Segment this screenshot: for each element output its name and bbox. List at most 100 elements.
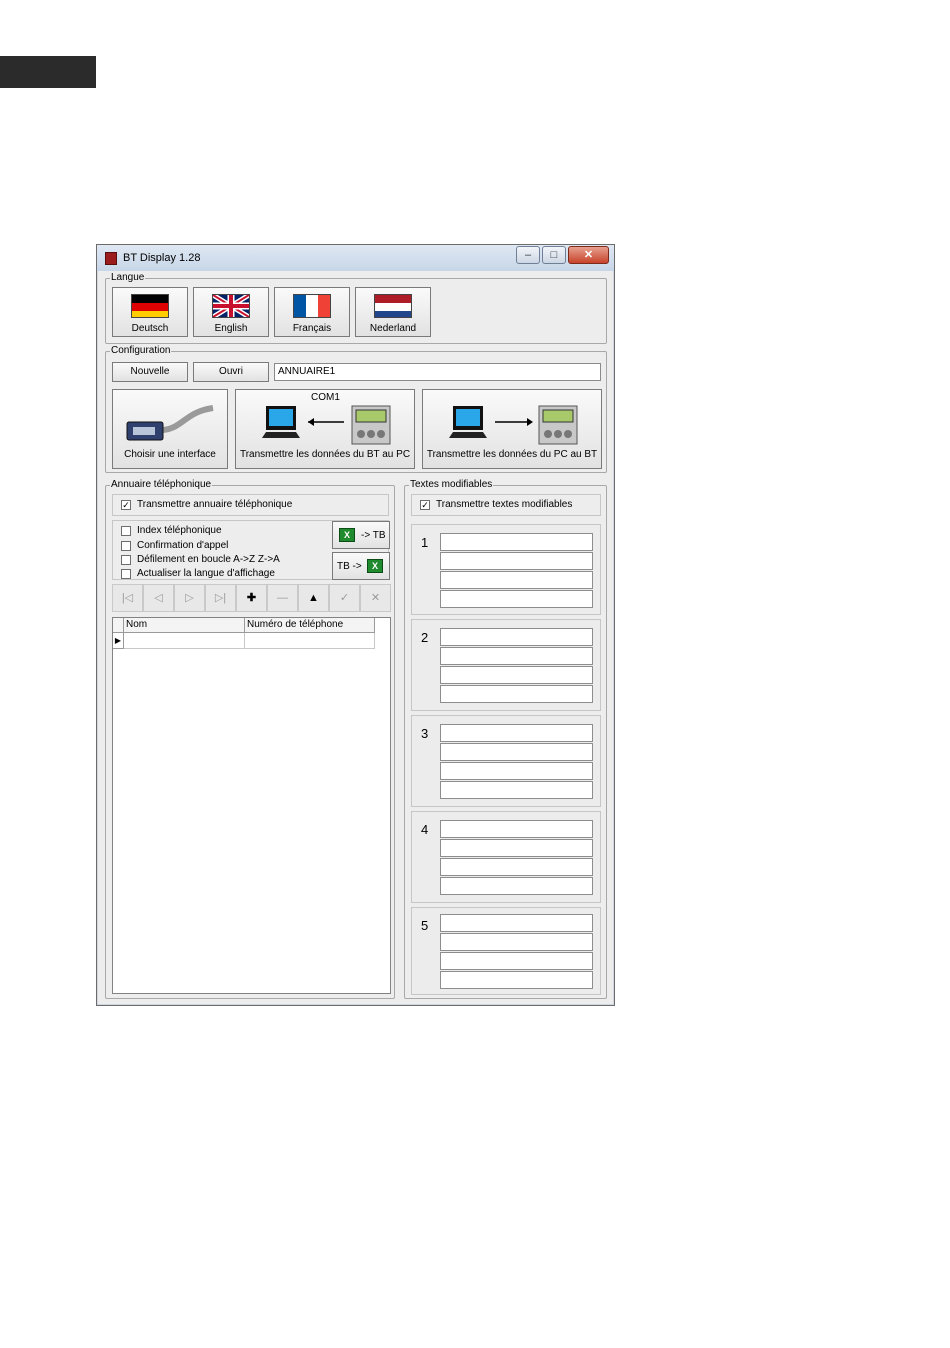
text-line-input[interactable] (440, 877, 593, 895)
filename-field[interactable]: ANNUAIRE1 (274, 363, 601, 381)
close-button[interactable]: ✕ (568, 246, 609, 264)
column-header-phone[interactable]: Numéro de téléphone (245, 618, 375, 633)
configuration-group: Configuration Nouvelle Ouvri ANNUAIRE1 C… (105, 345, 607, 473)
text-line-input[interactable] (440, 820, 593, 838)
text-block-number: 5 (421, 918, 429, 933)
computer-to-display-icon (449, 405, 578, 445)
text-line-input[interactable] (440, 666, 593, 684)
editable-texts-group-label: Textes modifiables (409, 479, 494, 490)
text-line-input[interactable] (440, 628, 593, 646)
grid-indicator-header (113, 618, 124, 633)
loop-scroll-checkbox[interactable] (121, 555, 131, 565)
delete-record-button[interactable]: — (267, 584, 298, 612)
choose-interface-button[interactable]: Choisir une interface (112, 389, 228, 469)
new-button[interactable]: Nouvelle (112, 362, 188, 382)
text-line-input[interactable] (440, 952, 593, 970)
language-group-label: Langue (110, 272, 146, 283)
phonebook-group: Annuaire téléphonique ✓ Transmettre annu… (105, 479, 395, 999)
editable-texts-group: Textes modifiables ✓ Transmettre textes … (404, 479, 607, 999)
transmit-texts-label: Transmettre textes modifiables (436, 499, 573, 510)
language-button-nederland[interactable]: Nederland (355, 287, 431, 337)
text-block-number: 4 (421, 822, 429, 837)
uk-flag-icon (212, 294, 250, 318)
update-language-checkbox[interactable] (121, 569, 131, 579)
transmit-phonebook-checkbox[interactable]: ✓ (121, 500, 131, 510)
phonebook-transmit-row: ✓ Transmettre annuaire téléphonique (112, 494, 389, 516)
edit-record-button[interactable]: ▲ (298, 584, 329, 612)
texts-transmit-row: ✓ Transmettre textes modifiables (411, 494, 601, 516)
phone-cell[interactable] (245, 633, 375, 649)
text-line-input[interactable] (440, 533, 593, 551)
title-bar[interactable]: BT Display 1.28 – □ ✕ (97, 245, 614, 271)
name-cell[interactable] (124, 633, 245, 649)
language-button-english[interactable]: English (193, 287, 269, 337)
text-line-input[interactable] (440, 571, 593, 589)
transfer-pc-to-bt-label: Transmettre les données du PC au BT (426, 449, 598, 460)
text-block-1: 1 (411, 524, 601, 615)
text-line-input[interactable] (440, 839, 593, 857)
window-title: BT Display 1.28 (123, 252, 201, 264)
tb-to-excel-label: TB -> (337, 561, 362, 572)
text-line-input[interactable] (440, 647, 593, 665)
post-record-button[interactable]: ✓ (329, 584, 360, 612)
text-line-input[interactable] (440, 743, 593, 761)
text-line-input[interactable] (440, 590, 593, 608)
excel-icon: X (367, 559, 383, 573)
call-confirmation-checkbox[interactable] (121, 541, 131, 551)
minimize-button[interactable]: – (516, 246, 540, 264)
option-label: Confirmation d'appel (137, 540, 229, 551)
page-corner-tab (0, 56, 96, 88)
choose-interface-label: Choisir une interface (124, 449, 216, 460)
cancel-record-button[interactable]: ✕ (360, 584, 391, 612)
text-block-3: 3 (411, 715, 601, 807)
text-line-input[interactable] (440, 858, 593, 876)
last-record-button[interactable]: ▷| (205, 584, 236, 612)
option-label: Actualiser la langue d'affichage (137, 568, 275, 579)
language-button-label: English (214, 323, 248, 334)
transfer-bt-to-pc-button[interactable]: COM1 Transmettre les données du BT au PC (235, 389, 415, 469)
phonebook-grid[interactable]: Nom Numéro de téléphone ▶ (112, 617, 391, 994)
serial-cable-icon (126, 405, 214, 441)
app-icon (105, 252, 117, 265)
phone-index-checkbox[interactable] (121, 526, 131, 536)
text-line-input[interactable] (440, 685, 593, 703)
language-button-label: Français (292, 323, 332, 334)
transmit-phonebook-label: Transmettre annuaire téléphonique (137, 499, 293, 510)
port-label: COM1 (311, 392, 340, 403)
transmit-texts-checkbox[interactable]: ✓ (420, 500, 430, 510)
language-group: Langue Deutsch English Français Nederlan… (105, 272, 607, 344)
maximize-button[interactable]: □ (542, 246, 566, 264)
text-line-input[interactable] (440, 914, 593, 932)
first-record-button[interactable]: |◁ (112, 584, 143, 612)
prior-record-button[interactable]: ◁ (143, 584, 174, 612)
phonebook-options-panel: Index téléphonique Confirmation d'appel … (112, 520, 390, 580)
french-flag-icon (293, 294, 331, 318)
column-header-name[interactable]: Nom (124, 618, 245, 633)
text-line-input[interactable] (440, 971, 593, 989)
language-button-francais[interactable]: Français (274, 287, 350, 337)
excel-to-tb-button[interactable]: X -> TB (332, 521, 390, 549)
language-button-deutsch[interactable]: Deutsch (112, 287, 188, 337)
text-line-input[interactable] (440, 933, 593, 951)
transfer-pc-to-bt-button[interactable]: Transmettre les données du PC au BT (422, 389, 602, 469)
excel-icon: X (339, 528, 355, 542)
tb-to-excel-button[interactable]: TB -> X (332, 552, 390, 580)
text-line-input[interactable] (440, 781, 593, 799)
text-line-input[interactable] (440, 762, 593, 780)
configuration-group-label: Configuration (110, 345, 172, 356)
option-label: Index téléphonique (137, 525, 222, 536)
open-button[interactable]: Ouvri (193, 362, 269, 382)
phonebook-group-label: Annuaire téléphonique (110, 479, 213, 490)
computer-from-display-icon (262, 405, 391, 445)
language-button-label: Nederland (369, 323, 417, 334)
option-label: Défilement en boucle A->Z Z->A (137, 554, 280, 565)
current-row-indicator-icon: ▶ (113, 633, 124, 649)
next-record-button[interactable]: ▷ (174, 584, 205, 612)
text-line-input[interactable] (440, 552, 593, 570)
dutch-flag-icon (374, 294, 412, 318)
app-window: BT Display 1.28 – □ ✕ Langue Deutsch Eng… (96, 244, 615, 1006)
text-block-number: 1 (421, 535, 429, 550)
text-block-2: 2 (411, 619, 601, 711)
text-line-input[interactable] (440, 724, 593, 742)
insert-record-button[interactable]: ✚ (236, 584, 267, 612)
